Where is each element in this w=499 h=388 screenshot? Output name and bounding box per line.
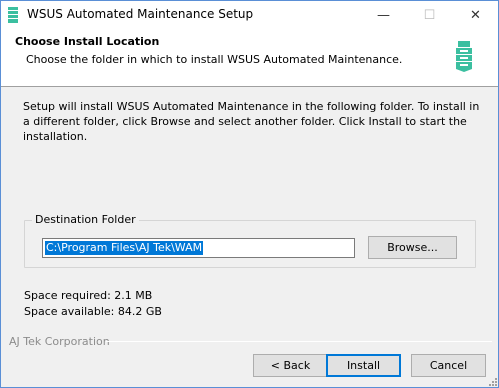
- header-banner: Choose Install Location Choose the folde…: [1, 29, 498, 87]
- destination-path-input[interactable]: C:\Program Files\AJ Tek\WAM: [42, 238, 355, 258]
- footer-divider: [106, 341, 492, 342]
- install-description: Setup will install WSUS Automated Mainte…: [23, 100, 480, 143]
- close-icon: ✕: [470, 7, 481, 23]
- maximize-icon: ☐: [423, 7, 436, 23]
- browse-button[interactable]: Browse...: [368, 236, 457, 259]
- page-subtitle: Choose the folder in which to install WS…: [26, 53, 403, 66]
- cancel-button[interactable]: Cancel: [411, 354, 486, 377]
- page-title: Choose Install Location: [15, 35, 160, 48]
- destination-folder-label: Destination Folder: [32, 213, 139, 226]
- destination-path-value: C:\Program Files\AJ Tek\WAM: [45, 241, 204, 255]
- back-button[interactable]: < Back: [253, 354, 328, 377]
- minimize-icon: —: [377, 7, 390, 23]
- brand-label: AJ Tek Corporation: [9, 335, 110, 348]
- minimize-button[interactable]: —: [361, 1, 406, 29]
- space-required: Space required: 2.1 MB: [24, 289, 153, 302]
- installer-window: WSUS Automated Maintenance Setup — ☐ ✕ C…: [0, 0, 499, 388]
- window-title: WSUS Automated Maintenance Setup: [27, 7, 254, 21]
- maximize-button[interactable]: ☐: [407, 1, 452, 29]
- wam-logo-icon: [456, 41, 472, 72]
- space-available: Space available: 84.2 GB: [24, 305, 162, 318]
- title-bar[interactable]: WSUS Automated Maintenance Setup — ☐ ✕: [1, 1, 498, 29]
- resize-grip-icon[interactable]: [487, 376, 498, 387]
- install-button[interactable]: Install: [326, 354, 401, 377]
- wam-logo-icon: [8, 7, 18, 23]
- close-button[interactable]: ✕: [453, 1, 498, 29]
